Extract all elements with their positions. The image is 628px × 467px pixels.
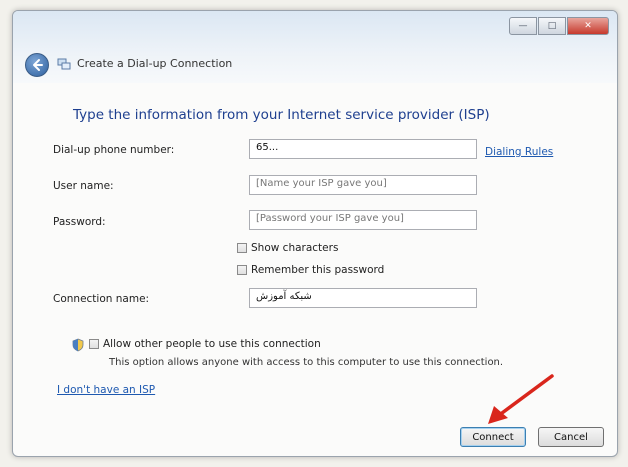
connection-name-input[interactable]: شبکه آموزش — [249, 288, 477, 308]
allow-others-label: Allow other people to use this connectio… — [103, 338, 321, 350]
username-input[interactable]: [Name your ISP gave you] — [249, 175, 477, 195]
back-button[interactable] — [25, 53, 49, 77]
allow-others-row[interactable]: Allow other people to use this connectio… — [89, 338, 321, 350]
allow-others-checkbox[interactable] — [89, 339, 99, 349]
username-label: User name: — [53, 180, 114, 192]
show-characters-row[interactable]: Show characters — [237, 242, 338, 254]
back-arrow-icon — [33, 59, 43, 71]
password-input[interactable]: [Password your ISP gave you] — [249, 210, 477, 230]
connect-button[interactable]: Connect — [460, 427, 526, 447]
phone-label: Dial-up phone number: — [53, 144, 175, 156]
show-characters-checkbox[interactable] — [237, 243, 247, 253]
close-button[interactable]: ✕ — [567, 17, 609, 35]
network-connection-icon — [57, 58, 71, 70]
phone-number-input[interactable]: 65... — [249, 139, 477, 159]
allow-others-note: This option allows anyone with access to… — [109, 357, 504, 368]
red-annotation-arrow — [488, 374, 554, 424]
remember-password-row[interactable]: Remember this password — [237, 264, 384, 276]
window-controls: — □ ✕ — [509, 17, 609, 35]
minimize-button[interactable]: — — [509, 17, 537, 35]
page-heading: Type the information from your Internet … — [73, 107, 490, 123]
cancel-button[interactable]: Cancel — [538, 427, 604, 447]
remember-password-label: Remember this password — [251, 264, 385, 276]
dialing-rules-link[interactable]: Dialing Rules — [485, 146, 553, 158]
window-title: Create a Dial-up Connection — [77, 57, 233, 70]
show-characters-label: Show characters — [251, 242, 339, 254]
no-isp-link[interactable]: I don't have an ISP — [57, 384, 155, 396]
uac-shield-icon — [72, 338, 84, 352]
maximize-button[interactable]: □ — [538, 17, 566, 35]
remember-password-checkbox[interactable] — [237, 265, 247, 275]
connection-name-label: Connection name: — [53, 293, 150, 305]
password-label: Password: — [53, 216, 106, 228]
